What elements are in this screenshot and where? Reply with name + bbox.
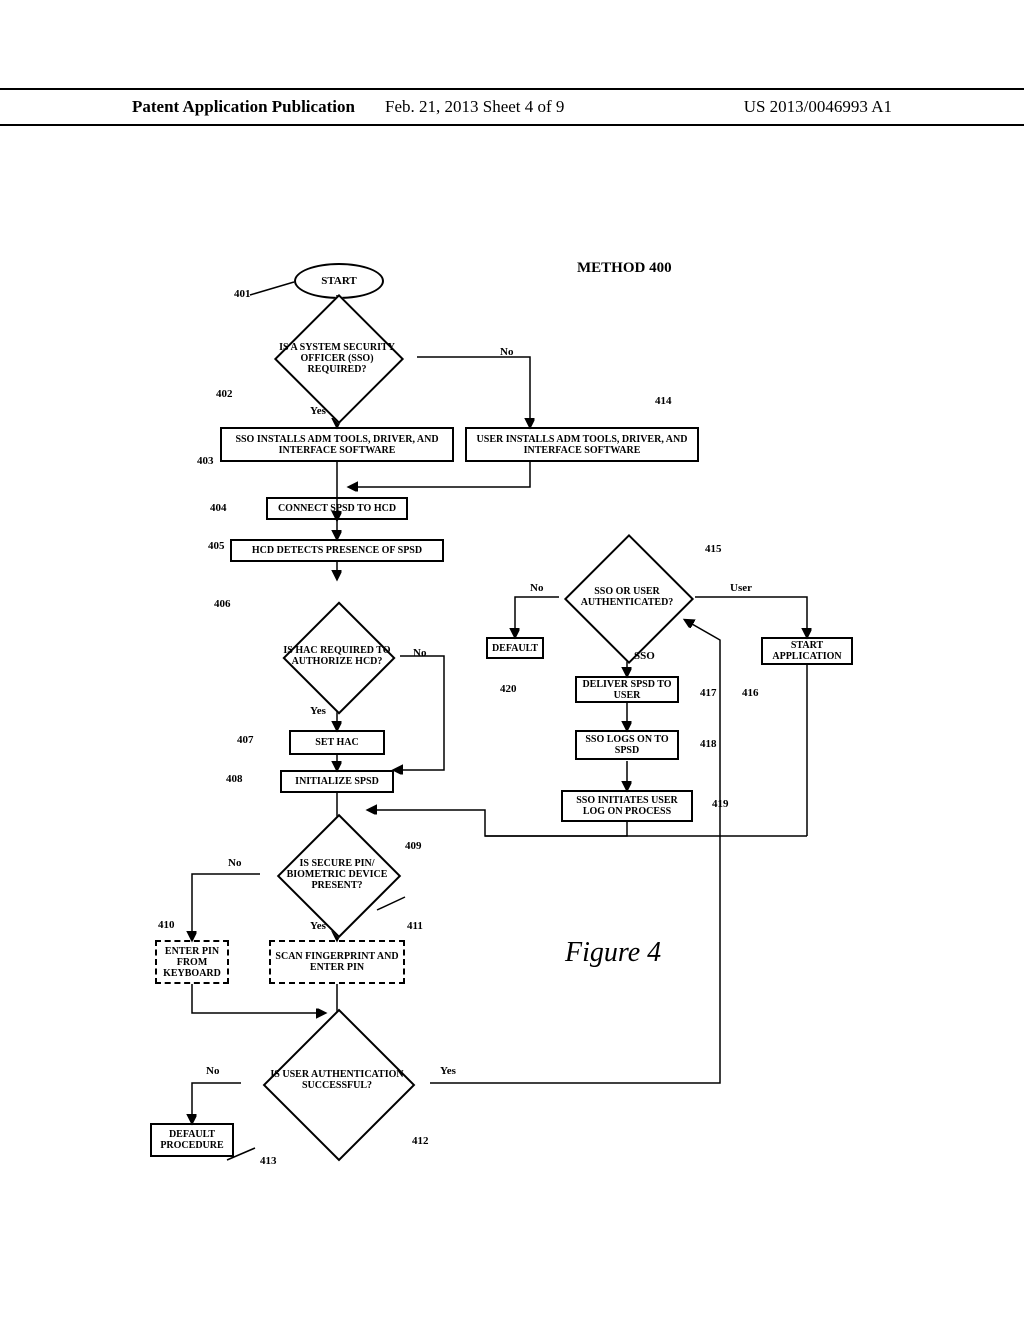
- b403: SSO INSTALLS ADM TOOLS, DRIVER, AND INTE…: [220, 427, 454, 462]
- method-title: METHOD 400: [577, 260, 672, 277]
- d402-text: IS A SYSTEM SECURITY OFFICER (SSO) REQUI…: [270, 338, 404, 378]
- connectors: [130, 240, 900, 1200]
- ref-404: 404: [210, 502, 227, 514]
- yes-409: Yes: [310, 920, 326, 932]
- b410: ENTER PIN FROM KEYBOARD: [155, 940, 229, 984]
- no-412: No: [206, 1065, 219, 1077]
- ref-419: 419: [712, 798, 729, 810]
- ref-401: 401: [234, 288, 251, 300]
- b414: USER INSTALLS ADM TOOLS, DRIVER, AND INT…: [465, 427, 699, 462]
- ref-407: 407: [237, 734, 254, 746]
- b407: SET HAC: [289, 730, 385, 755]
- b404: CONNECT SPSD TO HCD: [266, 497, 408, 520]
- no-415: No: [530, 582, 543, 594]
- page: Patent Application Publication Feb. 21, …: [0, 0, 1024, 1320]
- no-409: No: [228, 857, 241, 869]
- ref-406: 406: [214, 598, 231, 610]
- b408: INITIALIZE SPSD: [280, 770, 394, 793]
- b413: DEFAULT PROCEDURE: [150, 1123, 234, 1157]
- ref-409: 409: [405, 840, 422, 852]
- ref-411: 411: [407, 920, 423, 932]
- b416: START APPLICATION: [761, 637, 853, 665]
- ref-416: 416: [742, 687, 759, 699]
- b419: SSO INITIATES USER LOG ON PROCESS: [561, 790, 693, 822]
- ref-417: 417: [700, 687, 717, 699]
- ref-402: 402: [216, 388, 233, 400]
- d409-text: IS SECURE PIN/ BIOMETRIC DEVICE PRESENT?: [272, 854, 402, 894]
- ref-413: 413: [260, 1155, 277, 1167]
- no-406: No: [413, 647, 426, 659]
- header-right: US 2013/0046993 A1: [744, 97, 892, 117]
- b411: SCAN FINGERPRINT AND ENTER PIN: [269, 940, 405, 984]
- user-415: User: [730, 582, 752, 594]
- header: Patent Application Publication Feb. 21, …: [0, 88, 1024, 126]
- b418: SSO LOGS ON TO SPSD: [575, 730, 679, 760]
- ref-410: 410: [158, 919, 175, 931]
- sso-415: SSO: [634, 650, 655, 662]
- b420: DEFAULT: [486, 637, 544, 659]
- ref-403: 403: [197, 455, 214, 467]
- d406-text: IS HAC REQUIRED TO AUTHORIZE HCD?: [280, 636, 394, 676]
- ref-420: 420: [500, 683, 517, 695]
- b417: DELIVER SPSD TO USER: [575, 676, 679, 703]
- d412-text: IS USER AUTHENTICATION SUCCESSFUL?: [270, 1060, 404, 1100]
- yes-406: Yes: [310, 705, 326, 717]
- ref-414: 414: [655, 395, 672, 407]
- flowchart: METHOD 400 Figure 4 START 401 IS A SYSTE…: [130, 240, 900, 1200]
- ref-415: 415: [705, 543, 722, 555]
- ref-412: 412: [412, 1135, 429, 1147]
- yes-402: Yes: [310, 405, 326, 417]
- ref-405: 405: [208, 540, 225, 552]
- b405: HCD DETECTS PRESENCE OF SPSD: [230, 539, 444, 562]
- yes-412: Yes: [440, 1065, 456, 1077]
- header-center: Feb. 21, 2013 Sheet 4 of 9: [385, 97, 564, 117]
- d415-text: SSO OR USER AUTHENTICATED?: [560, 580, 694, 614]
- ref-408: 408: [226, 773, 243, 785]
- no-402: No: [500, 346, 513, 358]
- ref-418: 418: [700, 738, 717, 750]
- figure-label: Figure 4: [565, 937, 661, 969]
- header-left: Patent Application Publication: [132, 97, 355, 117]
